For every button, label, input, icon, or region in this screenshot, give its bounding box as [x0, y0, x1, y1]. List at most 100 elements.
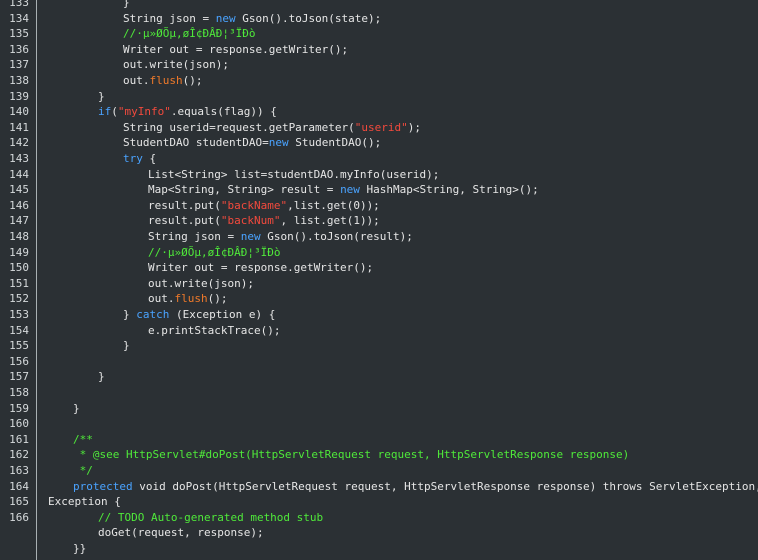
code-token: List<String> list=studentDAO.myInfo(user… [148, 167, 440, 181]
line-number: 146 [9, 198, 29, 212]
code-token: ,list.get(0)); [287, 198, 380, 212]
code-line[interactable]: result.put("backName",list.get(0)); [148, 198, 758, 214]
line-number: 148 [9, 230, 29, 243]
code-line[interactable] [48, 354, 758, 370]
code-token: doGet(request, response); [98, 526, 264, 540]
code-token: , list.get(1)); [280, 214, 380, 228]
method-token: flush [174, 292, 208, 306]
code-token: } [98, 370, 105, 384]
code-line[interactable]: * @see HttpServlet#doPost(HttpServletReq… [73, 447, 758, 463]
code-line[interactable]: out.write(json); [123, 57, 758, 73]
code-area[interactable]: } String json = new Gson().toJson(state);… [37, 0, 758, 560]
code-line[interactable]: // TODO Auto-generated method stub [98, 510, 758, 526]
code-line[interactable]: } [98, 369, 758, 385]
string-token: "backNum" [220, 214, 281, 228]
line-number: 164 [9, 479, 29, 493]
code-token: HashMap<String, String>(); [359, 183, 539, 197]
code-token: Writer out = response.getWriter(); [123, 42, 349, 56]
code-line[interactable] [48, 385, 758, 401]
code-line[interactable]: */ [73, 463, 758, 479]
code-token: Gson().toJson(state); [235, 11, 382, 25]
code-line[interactable]: } [123, 0, 758, 11]
line-number: 149 [9, 245, 29, 259]
line-number: 157 [9, 370, 29, 384]
code-token: out.write(json); [123, 58, 229, 72]
line-number: 138 [9, 74, 29, 87]
code-line[interactable]: Map<String, String> result = new HashMap… [148, 182, 758, 198]
code-token: result.put( [148, 214, 221, 228]
code-line[interactable]: List<String> list=studentDAO.myInfo(user… [148, 167, 758, 183]
code-line[interactable]: e.printStackTrace(); [148, 323, 758, 339]
line-number: 136 [9, 42, 29, 56]
code-line[interactable]: /** [73, 432, 758, 448]
code-line[interactable]: String json = new Gson().toJson(result); [148, 229, 758, 245]
code-line[interactable]: }} [73, 541, 758, 557]
string-token: "userid" [354, 120, 408, 134]
code-token: e.printStackTrace(); [148, 323, 281, 337]
code-line[interactable]: } [73, 401, 758, 417]
code-token: Exception { [48, 495, 121, 509]
line-number: 134 [9, 11, 29, 25]
code-token: (Exception e) { [169, 308, 276, 321]
keyword-token: if [98, 105, 112, 119]
code-token: String userid=request.getParameter( [123, 120, 355, 134]
code-line[interactable]: doGet(request, response); [98, 525, 758, 541]
code-line[interactable]: out.flush(); [148, 291, 758, 307]
code-line[interactable]: String userid=request.getParameter("user… [123, 120, 758, 136]
comment-token: //·µ»ØÕµ,øÎ¢ÐÂÐ¦³ÏÐò [148, 245, 281, 259]
comment-token: */ [73, 464, 93, 477]
line-number: 163 [9, 464, 29, 477]
code-token: .equals(flag)) { [170, 105, 277, 119]
line-number: 147 [9, 214, 29, 228]
line-number: 141 [9, 120, 29, 134]
code-line[interactable]: if("myInfo".equals(flag)) { [98, 104, 758, 120]
code-line[interactable]: try { [123, 151, 758, 167]
code-line[interactable]: out.write(json); [148, 276, 758, 292]
code-line[interactable]: String json = new Gson().toJson(state); [123, 11, 758, 27]
line-number: 140 [9, 105, 29, 119]
code-line[interactable] [48, 416, 758, 432]
line-number: 144 [9, 167, 29, 181]
code-token: out.write(json); [148, 276, 254, 290]
code-line[interactable]: Writer out = response.getWriter(); [123, 42, 758, 58]
code-line[interactable]: Exception { [48, 494, 758, 510]
keyword-token: new [268, 136, 289, 150]
keyword-token: try [123, 152, 143, 165]
code-token: String json = [148, 230, 241, 243]
code-editor[interactable]: 133 134 135 136 137 138 139 140 141 142 143 144 145 1… [0, 0, 758, 560]
code-line[interactable]: StudentDAO studentDAO=new StudentDAO(); [123, 135, 758, 151]
code-line[interactable]: out.flush(); [123, 73, 758, 89]
line-number: 133 [9, 0, 29, 9]
code-line[interactable]: //·µ»ØÕµ,øÎ¢ÐÂÐ¦³ÏÐò [123, 26, 758, 42]
line-number: 137 [9, 58, 29, 72]
code-line[interactable]: Writer out = response.getWriter(); [148, 260, 758, 276]
line-number [0, 541, 29, 557]
line-number: 143 [9, 152, 29, 165]
code-line[interactable]: protected void doPost(HttpServletRequest… [73, 479, 758, 495]
code-token: } [123, 308, 137, 321]
code-line[interactable]: result.put("backNum", list.get(1)); [148, 213, 758, 229]
code-token: StudentDAO studentDAO= [123, 136, 269, 150]
code-token: (); [182, 74, 203, 87]
code-token: } [123, 0, 130, 9]
code-token: StudentDAO(); [288, 136, 382, 150]
code-line[interactable]: //·µ»ØÕµ,øÎ¢ÐÂÐ¦³ÏÐò [148, 245, 758, 261]
string-token: "myInfo" [117, 105, 171, 119]
line-number: 156 [9, 354, 29, 368]
line-number-gutter: 133 134 135 136 137 138 139 140 141 142 143 144 145 1… [0, 0, 37, 560]
method-token: flush [149, 74, 183, 87]
code-line[interactable]: } catch (Exception e) { [123, 307, 758, 323]
comment-token: // TODO Auto-generated method stub [98, 510, 324, 524]
code-line[interactable]: } [98, 89, 758, 105]
line-number [0, 525, 29, 541]
line-number: 151 [9, 276, 29, 290]
line-number: 135 [9, 27, 29, 41]
code-token: } [123, 339, 130, 353]
code-line[interactable]: } [123, 338, 758, 354]
line-number: 142 [9, 136, 29, 150]
line-number: 158 [9, 386, 29, 399]
code-token: }} [73, 542, 87, 555]
line-number: 154 [9, 323, 29, 337]
keyword-token: catch [136, 308, 170, 321]
code-token: result.put( [148, 198, 221, 212]
